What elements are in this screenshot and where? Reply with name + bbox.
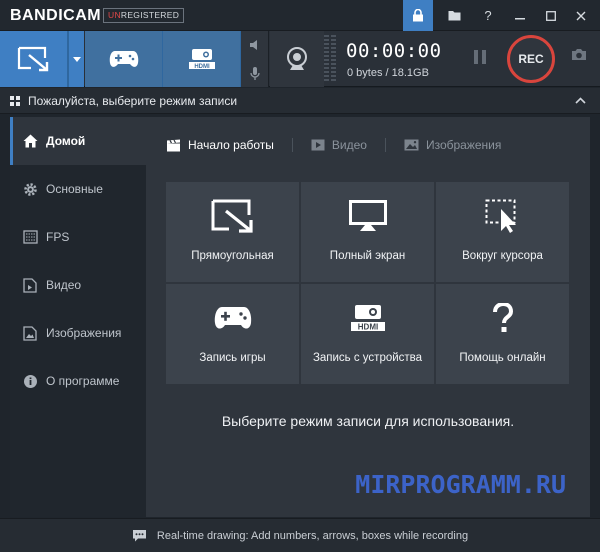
title-bar: BANDICAM UNREGISTERED ? xyxy=(0,0,600,31)
app-logo: BANDICAM xyxy=(10,7,102,24)
mode-grid: Прямоугольная Полный экран Вокруг курсор… xyxy=(166,182,570,385)
cursor-area-icon xyxy=(485,196,521,236)
sidebar-item-label: Видео xyxy=(46,278,82,292)
device-mode-button[interactable]: HDMI xyxy=(163,31,241,87)
info-icon xyxy=(22,373,38,389)
sidebar-item-label: О программе xyxy=(46,374,120,388)
sidebar-item-label: Основные xyxy=(46,182,103,196)
tab-video[interactable]: Видео xyxy=(311,138,385,152)
hdmi-icon: HDMI xyxy=(350,298,386,338)
folder-icon[interactable] xyxy=(439,0,469,31)
clapperboard-icon xyxy=(166,139,181,152)
grid-icon xyxy=(10,96,20,106)
unregistered-badge: UNREGISTERED xyxy=(103,8,185,23)
maximize-icon[interactable] xyxy=(536,0,566,31)
sidebar-item-fps[interactable]: FPS xyxy=(10,213,146,261)
pause-button[interactable] xyxy=(474,50,486,64)
home-icon xyxy=(22,133,38,149)
microphone-icon[interactable] xyxy=(241,59,268,87)
speaker-icon[interactable] xyxy=(241,31,268,59)
close-icon[interactable] xyxy=(566,0,596,31)
tile-fullscreen[interactable]: Полный экран xyxy=(301,182,434,282)
tile-rectangle[interactable]: Прямоугольная xyxy=(166,182,299,282)
watermark: MIRPROGRAMM.RU xyxy=(355,470,566,499)
minimize-icon[interactable] xyxy=(505,0,535,31)
image-file-icon xyxy=(22,325,38,341)
chat-bubble-icon xyxy=(132,529,147,542)
monitor-icon xyxy=(348,196,387,236)
webcam-button[interactable] xyxy=(270,31,324,87)
sidebar-item-video[interactable]: Видео xyxy=(10,261,146,309)
tip-bar[interactable]: Real-time drawing: Add numbers, arrows, … xyxy=(0,518,600,552)
help-icon[interactable]: ? xyxy=(473,0,503,31)
collapse-icon[interactable] xyxy=(575,93,586,107)
record-timer: 00:00:00 xyxy=(346,40,442,62)
rectangle-select-icon xyxy=(211,196,255,236)
record-toolbar: HDMI 00:00:00 0 bytes / 18.1GB REC xyxy=(0,31,600,87)
tip-text: Real-time drawing: Add numbers, arrows, … xyxy=(156,529,469,542)
rectangle-select-icon xyxy=(17,46,48,72)
audio-level-meter xyxy=(324,35,336,83)
screenshot-camera-icon[interactable] xyxy=(571,48,587,64)
play-icon xyxy=(311,139,325,151)
lock-icon[interactable] xyxy=(403,0,433,31)
svg-text:HDMI: HDMI xyxy=(194,64,210,70)
game-mode-button[interactable] xyxy=(85,31,163,87)
hint-text: Выберите режим записи для использования. xyxy=(221,413,515,429)
tile-game[interactable]: Запись игры xyxy=(166,284,299,384)
tile-help-online[interactable]: Помощь онлайн xyxy=(436,284,569,384)
chevron-down-icon xyxy=(72,56,81,62)
sidebar-item-home[interactable]: Домой xyxy=(10,117,146,165)
tile-device[interactable]: HDMI Запись с устройства xyxy=(301,284,434,384)
tab-getting-started[interactable]: Начало работы xyxy=(166,138,292,152)
mode-dropdown-button[interactable] xyxy=(68,31,84,87)
audio-controls xyxy=(241,31,269,87)
sidebar-item-about[interactable]: О программе xyxy=(10,357,146,405)
sidebar-item-label: FPS xyxy=(46,230,70,244)
sidebar-item-images[interactable]: Изображения xyxy=(10,309,146,357)
sidebar-item-general[interactable]: Основные xyxy=(10,165,146,213)
tile-around-cursor[interactable]: Вокруг курсора xyxy=(436,182,569,282)
sidebar: Домой Основные FPS Видео Изображения О п… xyxy=(10,117,146,517)
fps-icon xyxy=(22,229,38,245)
rec-button[interactable]: REC xyxy=(507,35,555,83)
webcam-icon xyxy=(287,47,307,70)
main-panel: Начало работы Видео Изображения Прямоуго… xyxy=(146,117,590,517)
rectangle-mode-button[interactable] xyxy=(0,31,68,87)
help-icon xyxy=(492,298,514,338)
image-icon xyxy=(404,139,419,151)
tab-images[interactable]: Изображения xyxy=(404,138,519,152)
mode-header: Пожалуйста, выберите режим записи xyxy=(0,88,600,114)
gamepad-icon xyxy=(214,298,252,338)
main-tabs: Начало работы Видео Изображения xyxy=(166,135,519,155)
svg-text:HDMI: HDMI xyxy=(357,323,377,332)
file-size: 0 bytes / 18.1GB xyxy=(347,67,429,79)
sidebar-item-label: Домой xyxy=(46,134,86,148)
mode-header-title: Пожалуйста, выберите режим записи xyxy=(28,94,238,108)
gear-icon xyxy=(22,181,38,197)
gamepad-icon xyxy=(109,51,138,67)
sidebar-item-label: Изображения xyxy=(46,326,122,340)
video-file-icon xyxy=(22,277,38,293)
hdmi-icon: HDMI xyxy=(188,49,215,70)
